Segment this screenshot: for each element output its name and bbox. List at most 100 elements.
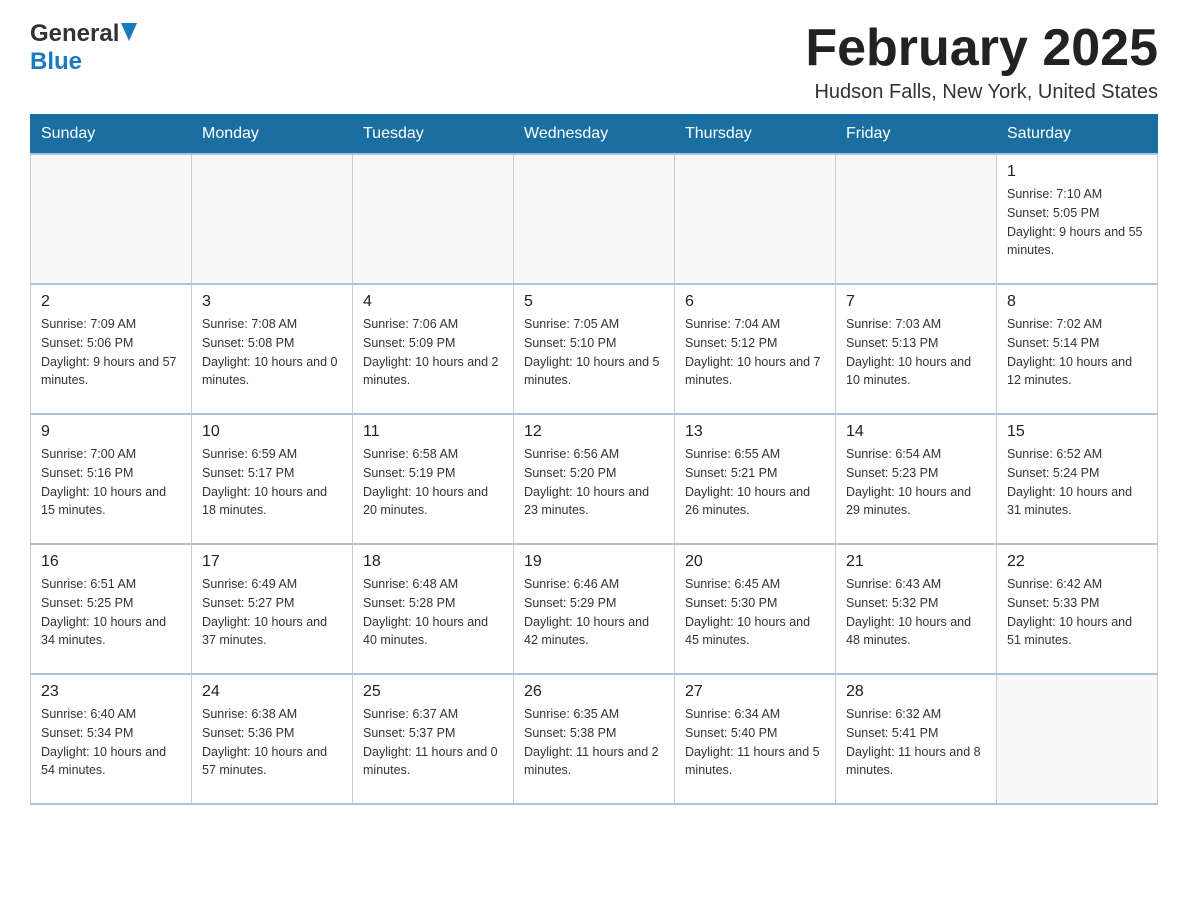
day-info: Sunrise: 7:10 AMSunset: 5:05 PMDaylight:… <box>1007 185 1147 260</box>
calendar-week-row: 16 Sunrise: 6:51 AMSunset: 5:25 PMDayligh… <box>31 544 1158 674</box>
calendar-day-cell: 3 Sunrise: 7:08 AMSunset: 5:08 PMDaylight… <box>192 284 353 414</box>
calendar-day-cell: 9 Sunrise: 7:00 AMSunset: 5:16 PMDaylight… <box>31 414 192 544</box>
day-number: 11 <box>363 423 503 441</box>
calendar-day-cell: 25Sunrise: 6:37 AMSunset: 5:37 PMDayligh… <box>353 674 514 804</box>
day-number: 4 <box>363 293 503 311</box>
day-info: Sunrise: 6:51 AMSunset: 5:25 PMDaylight:… <box>41 575 181 650</box>
calendar-day-cell: 26 Sunrise: 6:35 AMSunset: 5:38 PMDayligh… <box>514 674 675 804</box>
day-info: Sunrise: 7:03 AMSunset: 5:13 PMDaylight:… <box>846 315 986 390</box>
calendar-day-cell: 14 Sunrise: 6:54 AMSunset: 5:23 PMDayligh… <box>836 414 997 544</box>
calendar-day-cell: 19Sunrise: 6:46 AMSunset: 5:29 PMDayligh… <box>514 544 675 674</box>
day-info: Sunrise: 6:56 AMSunset: 5:20 PMDaylight:… <box>524 445 664 520</box>
calendar-day-cell: 11 Sunrise: 6:58 AMSunset: 5:19 PMDayligh… <box>353 414 514 544</box>
header-saturday: Saturday <box>997 115 1158 155</box>
day-info: Sunrise: 6:52 AMSunset: 5:24 PMDaylight:… <box>1007 445 1147 520</box>
calendar-day-cell: 4Sunrise: 7:06 AMSunset: 5:09 PMDaylight… <box>353 284 514 414</box>
day-info: Sunrise: 7:09 AMSunset: 5:06 PMDaylight:… <box>41 315 181 390</box>
day-info: Sunrise: 6:55 AMSunset: 5:21 PMDaylight:… <box>685 445 825 520</box>
calendar-day-cell: 20 Sunrise: 6:45 AMSunset: 5:30 PMDayligh… <box>675 544 836 674</box>
day-info: Sunrise: 6:54 AMSunset: 5:23 PMDaylight:… <box>846 445 986 520</box>
calendar-day-cell: 23Sunrise: 6:40 AMSunset: 5:34 PMDayligh… <box>31 674 192 804</box>
day-number: 10 <box>202 423 342 441</box>
calendar-week-row: 2 Sunrise: 7:09 AMSunset: 5:06 PMDaylight… <box>31 284 1158 414</box>
day-info: Sunrise: 6:48 AMSunset: 5:28 PMDaylight:… <box>363 575 503 650</box>
logo-general-text: General <box>30 20 119 48</box>
calendar-day-cell: 12 Sunrise: 6:56 AMSunset: 5:20 PMDayligh… <box>514 414 675 544</box>
calendar-day-cell: 1 Sunrise: 7:10 AMSunset: 5:05 PMDaylight… <box>997 154 1158 284</box>
day-number: 17 <box>202 553 342 571</box>
day-number: 7 <box>846 293 986 311</box>
calendar-day-cell: 7 Sunrise: 7:03 AMSunset: 5:13 PMDaylight… <box>836 284 997 414</box>
calendar-week-row: 9 Sunrise: 7:00 AMSunset: 5:16 PMDaylight… <box>31 414 1158 544</box>
day-info: Sunrise: 6:58 AMSunset: 5:19 PMDaylight:… <box>363 445 503 520</box>
day-number: 12 <box>524 423 664 441</box>
day-info: Sunrise: 7:04 AMSunset: 5:12 PMDaylight:… <box>685 315 825 390</box>
header-tuesday: Tuesday <box>353 115 514 155</box>
day-number: 5 <box>524 293 664 311</box>
calendar-day-cell: 15 Sunrise: 6:52 AMSunset: 5:24 PMDayligh… <box>997 414 1158 544</box>
day-number: 24 <box>202 683 342 701</box>
calendar-day-cell <box>353 154 514 284</box>
header-thursday: Thursday <box>675 115 836 155</box>
calendar-day-cell: 24 Sunrise: 6:38 AMSunset: 5:36 PMDayligh… <box>192 674 353 804</box>
calendar-day-cell: 13 Sunrise: 6:55 AMSunset: 5:21 PMDayligh… <box>675 414 836 544</box>
day-info: Sunrise: 6:49 AMSunset: 5:27 PMDaylight:… <box>202 575 342 650</box>
day-info: Sunrise: 6:38 AMSunset: 5:36 PMDaylight:… <box>202 705 342 780</box>
day-info: Sunrise: 6:59 AMSunset: 5:17 PMDaylight:… <box>202 445 342 520</box>
day-info: Sunrise: 6:45 AMSunset: 5:30 PMDaylight:… <box>685 575 825 650</box>
calendar-day-cell <box>997 674 1158 804</box>
day-number: 28 <box>846 683 986 701</box>
location-title: Hudson Falls, New York, United States <box>805 81 1158 104</box>
day-number: 21 <box>846 553 986 571</box>
header-friday: Friday <box>836 115 997 155</box>
calendar-day-cell <box>514 154 675 284</box>
calendar-week-row: 1 Sunrise: 7:10 AMSunset: 5:05 PMDaylight… <box>31 154 1158 284</box>
day-number: 9 <box>41 423 181 441</box>
day-number: 6 <box>685 293 825 311</box>
header-wednesday: Wednesday <box>514 115 675 155</box>
day-number: 26 <box>524 683 664 701</box>
day-number: 14 <box>846 423 986 441</box>
day-info: Sunrise: 6:32 AMSunset: 5:41 PMDaylight:… <box>846 705 986 780</box>
day-info: Sunrise: 7:00 AMSunset: 5:16 PMDaylight:… <box>41 445 181 520</box>
day-number: 16 <box>41 553 181 571</box>
day-number: 20 <box>685 553 825 571</box>
calendar-day-cell: 5 Sunrise: 7:05 AMSunset: 5:10 PMDaylight… <box>514 284 675 414</box>
day-number: 19 <box>524 553 664 571</box>
day-number: 18 <box>363 553 503 571</box>
calendar-week-row: 23Sunrise: 6:40 AMSunset: 5:34 PMDayligh… <box>31 674 1158 804</box>
page-header: General Blue February 2025 Hudson Falls,… <box>30 20 1158 104</box>
day-info: Sunrise: 6:35 AMSunset: 5:38 PMDaylight:… <box>524 705 664 780</box>
calendar-day-cell: 16 Sunrise: 6:51 AMSunset: 5:25 PMDayligh… <box>31 544 192 674</box>
day-number: 2 <box>41 293 181 311</box>
calendar-table: Sunday Monday Tuesday Wednesday Thursday… <box>30 114 1158 805</box>
month-title: February 2025 <box>805 20 1158 77</box>
day-info: Sunrise: 7:08 AMSunset: 5:08 PMDaylight:… <box>202 315 342 390</box>
logo-triangle-icon <box>121 23 137 46</box>
logo: General Blue <box>30 20 137 76</box>
day-number: 1 <box>1007 163 1147 181</box>
calendar-day-cell: 10 Sunrise: 6:59 AMSunset: 5:17 PMDayligh… <box>192 414 353 544</box>
calendar-day-cell <box>836 154 997 284</box>
header-monday: Monday <box>192 115 353 155</box>
day-info: Sunrise: 6:43 AMSunset: 5:32 PMDaylight:… <box>846 575 986 650</box>
day-info: Sunrise: 6:42 AMSunset: 5:33 PMDaylight:… <box>1007 575 1147 650</box>
day-number: 3 <box>202 293 342 311</box>
logo-blue-text: Blue <box>30 48 82 75</box>
calendar-day-cell: 21 Sunrise: 6:43 AMSunset: 5:32 PMDayligh… <box>836 544 997 674</box>
calendar-day-cell <box>31 154 192 284</box>
day-number: 27 <box>685 683 825 701</box>
day-number: 25 <box>363 683 503 701</box>
day-info: Sunrise: 6:40 AMSunset: 5:34 PMDaylight:… <box>41 705 181 780</box>
calendar-day-cell: 22Sunrise: 6:42 AMSunset: 5:33 PMDayligh… <box>997 544 1158 674</box>
calendar-header-row: Sunday Monday Tuesday Wednesday Thursday… <box>31 115 1158 155</box>
calendar-day-cell <box>192 154 353 284</box>
day-number: 13 <box>685 423 825 441</box>
day-number: 15 <box>1007 423 1147 441</box>
calendar-day-cell: 27Sunrise: 6:34 AMSunset: 5:40 PMDayligh… <box>675 674 836 804</box>
calendar-day-cell: 18 Sunrise: 6:48 AMSunset: 5:28 PMDayligh… <box>353 544 514 674</box>
header-sunday: Sunday <box>31 115 192 155</box>
calendar-day-cell <box>675 154 836 284</box>
title-section: February 2025 Hudson Falls, New York, Un… <box>805 20 1158 104</box>
day-info: Sunrise: 7:05 AMSunset: 5:10 PMDaylight:… <box>524 315 664 390</box>
